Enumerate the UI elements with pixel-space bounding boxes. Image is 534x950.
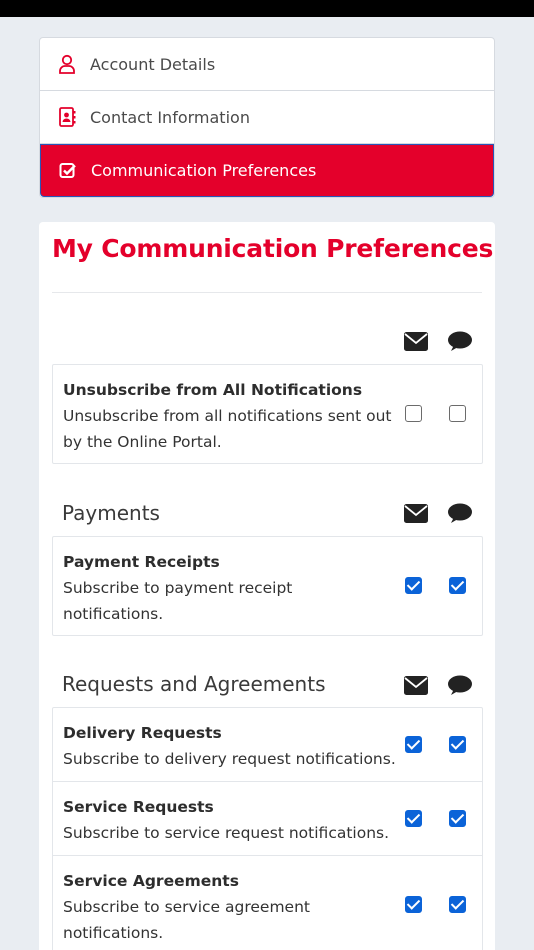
list-item: Delivery Requests Subscribe to delivery …: [53, 708, 482, 782]
nav-item-label: Communication Preferences: [91, 161, 317, 180]
sms-checkbox-service-agreements[interactable]: [449, 896, 466, 913]
sms-checkbox-payment-receipts[interactable]: [449, 577, 466, 594]
account-nav: Account Details Contact Information Comm…: [39, 37, 495, 198]
speech-bubble-icon: [448, 331, 472, 352]
pref-desc: notifications.: [63, 605, 164, 623]
sms-checkbox-service-requests[interactable]: [449, 810, 466, 827]
status-bar: [0, 0, 534, 17]
speech-bubble-icon: [448, 503, 472, 524]
pref-desc: notifications.: [63, 924, 164, 942]
pref-box-general: Unsubscribe from All Notifications Unsub…: [52, 364, 483, 464]
section-title-payments: Payments: [62, 501, 160, 525]
sms-checkbox-unsubscribe-all[interactable]: [449, 405, 466, 422]
envelope-icon: [404, 504, 428, 523]
checkbox-icon: [59, 161, 77, 181]
pref-title: Service Requests: [63, 798, 214, 816]
contact-card-icon: [58, 107, 76, 127]
pref-desc: Subscribe to service request notificatio…: [63, 824, 390, 842]
envelope-icon: [404, 676, 428, 695]
list-item: Payment Receipts Subscribe to payment re…: [53, 537, 482, 635]
preferences-card: My Communication Preferences Unsubscribe…: [39, 222, 495, 950]
envelope-icon: [404, 332, 428, 351]
pref-desc: Unsubscribe from all notifications sent …: [63, 407, 392, 425]
pref-desc: by the Online Portal.: [63, 433, 222, 451]
pref-desc: Subscribe to delivery request notificati…: [63, 750, 396, 768]
email-checkbox-payment-receipts[interactable]: [405, 577, 422, 594]
list-item: Unsubscribe from All Notifications Unsub…: [53, 365, 482, 463]
pref-box-requests: Delivery Requests Subscribe to delivery …: [52, 707, 483, 950]
email-checkbox-delivery-requests[interactable]: [405, 736, 422, 753]
nav-item-account-details[interactable]: Account Details: [40, 38, 494, 91]
divider: [52, 292, 482, 293]
nav-item-communication-preferences[interactable]: Communication Preferences: [40, 144, 494, 197]
sms-checkbox-delivery-requests[interactable]: [449, 736, 466, 753]
nav-item-label: Contact Information: [90, 107, 250, 127]
speech-bubble-icon: [448, 675, 472, 696]
pref-title: Payment Receipts: [63, 553, 220, 571]
user-icon: [58, 54, 76, 74]
pref-desc: Subscribe to service agreement: [63, 898, 310, 916]
pref-title: Service Agreements: [63, 872, 239, 890]
email-checkbox-service-requests[interactable]: [405, 810, 422, 827]
pref-title: Unsubscribe from All Notifications: [63, 381, 363, 399]
pref-box-payments: Payment Receipts Subscribe to payment re…: [52, 536, 483, 636]
email-checkbox-unsubscribe-all[interactable]: [405, 405, 422, 422]
nav-item-contact-information[interactable]: Contact Information: [40, 91, 494, 144]
list-item: Service Requests Subscribe to service re…: [53, 782, 482, 856]
pref-desc: Subscribe to payment receipt: [63, 579, 293, 597]
page-title: My Communication Preferences: [52, 234, 494, 263]
nav-item-label: Account Details: [90, 54, 216, 74]
pref-title: Delivery Requests: [63, 724, 222, 742]
section-title-requests: Requests and Agreements: [62, 672, 326, 696]
email-checkbox-service-agreements[interactable]: [405, 896, 422, 913]
list-item: Service Agreements Subscribe to service …: [53, 856, 482, 950]
